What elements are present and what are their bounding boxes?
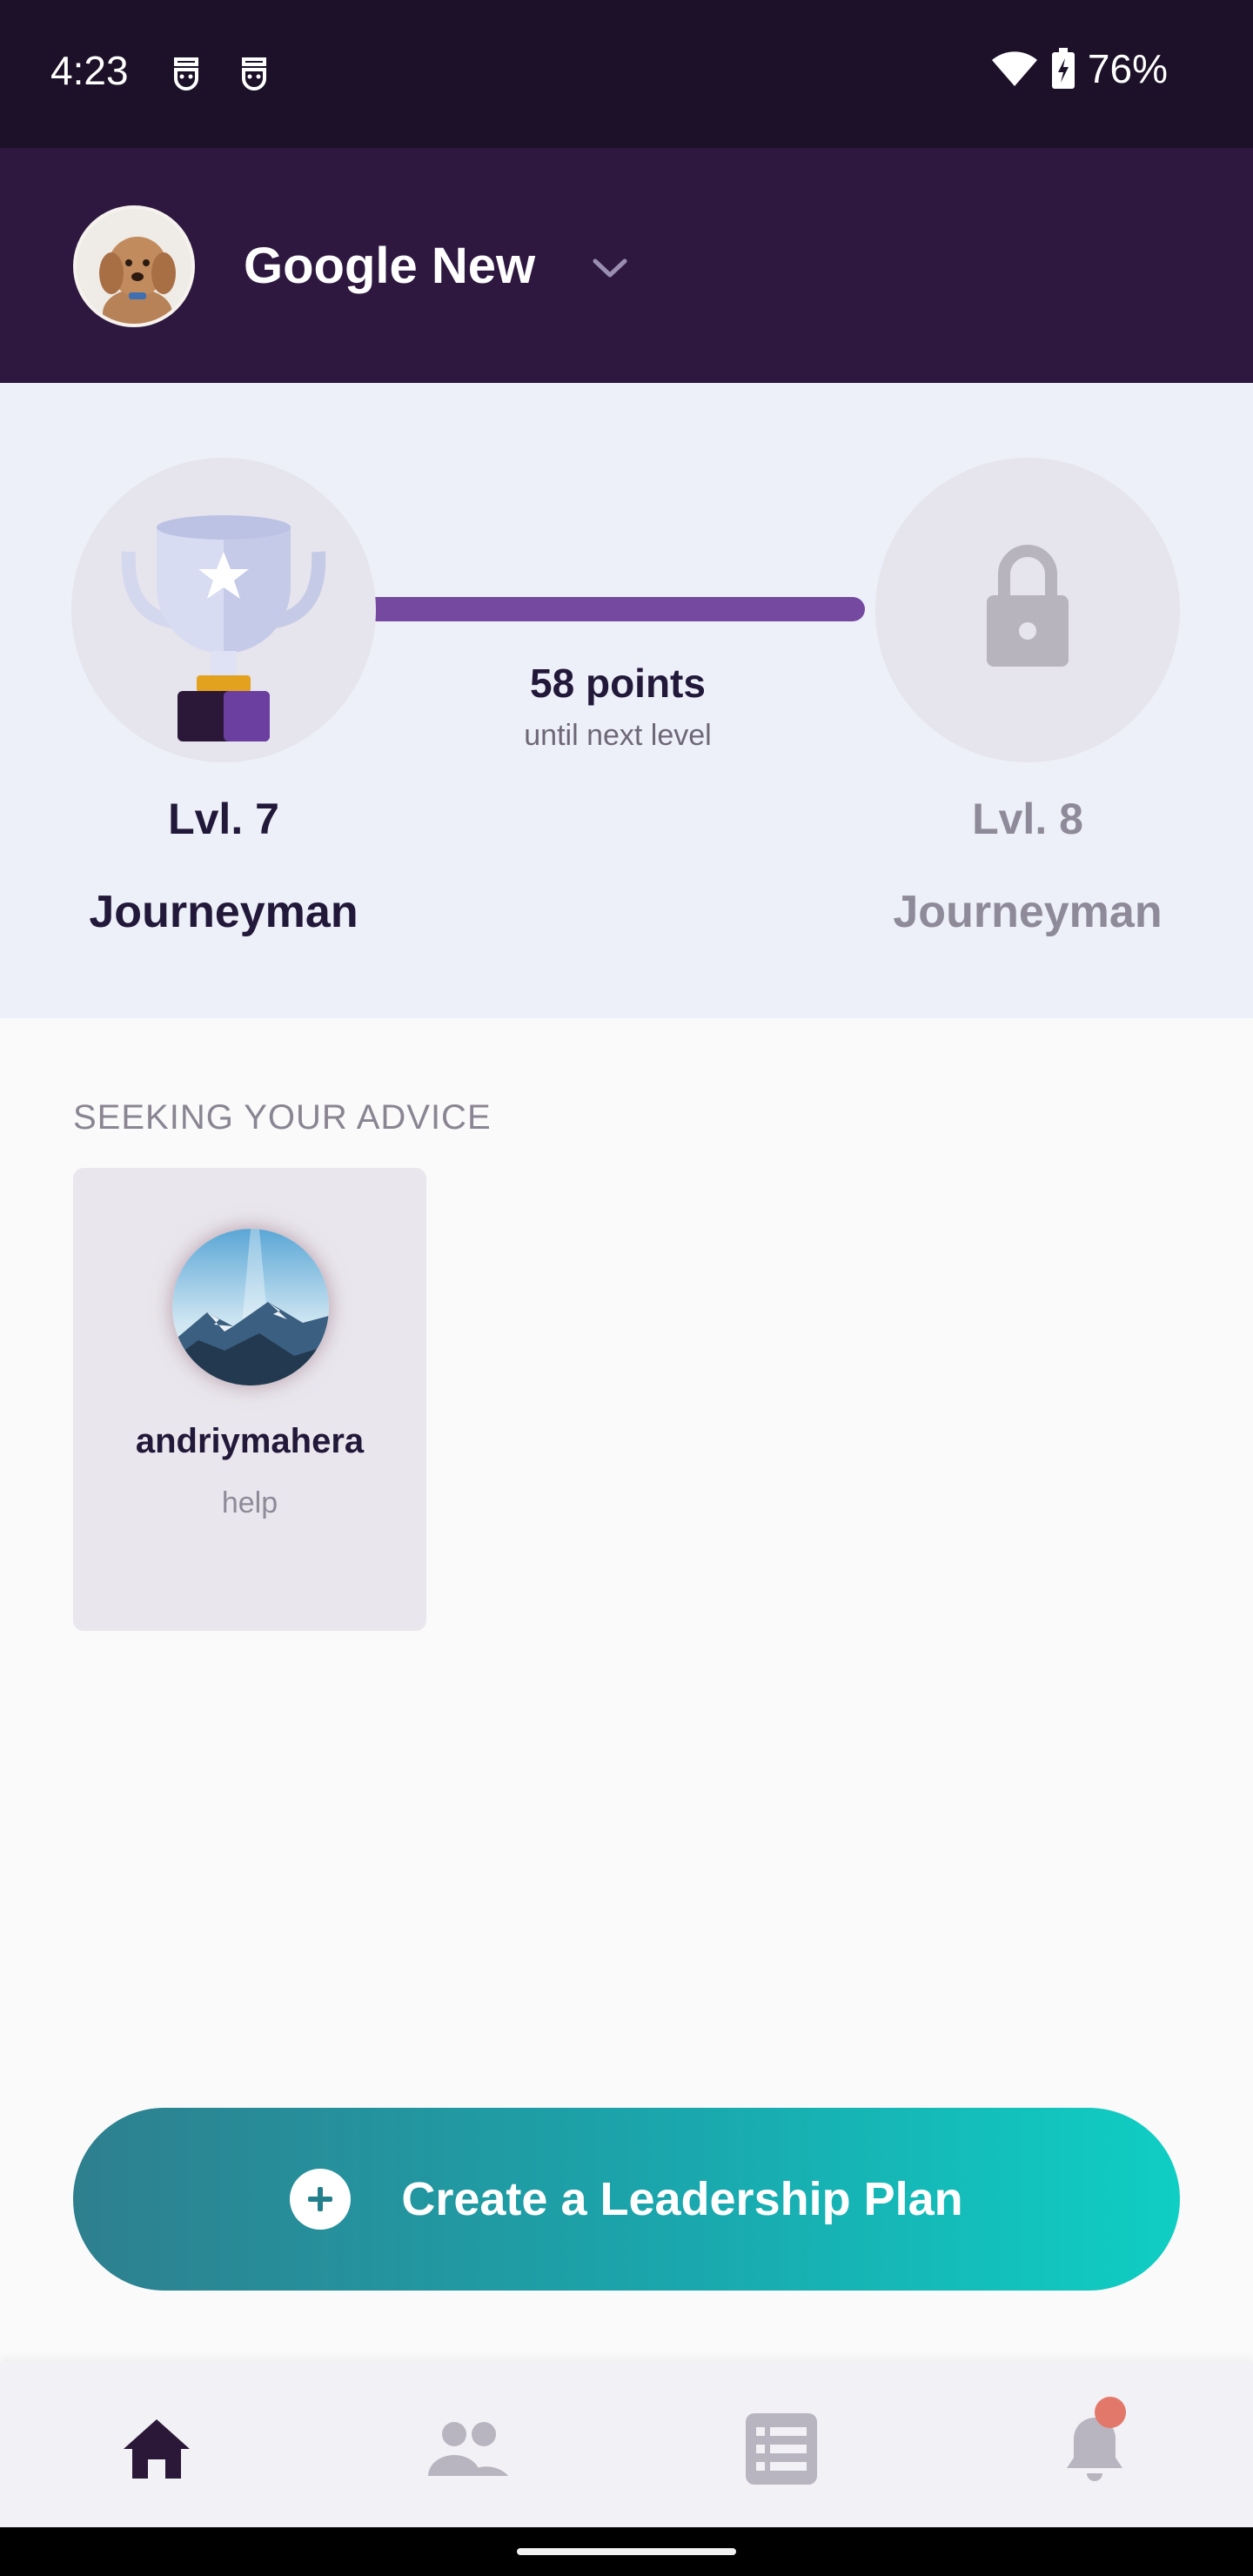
section-heading-advice: SEEKING YOUR ADVICE — [73, 1098, 492, 1137]
avatar[interactable] — [73, 205, 195, 327]
notification-icon — [242, 57, 266, 91]
battery-percentage: 76% — [1087, 46, 1168, 91]
create-leadership-plan-button[interactable]: Create a Leadership Plan — [73, 2108, 1180, 2291]
next-level-title: Lvl. 8 — [972, 795, 1083, 843]
next-level-rank: Journeyman — [893, 887, 1163, 937]
chevron-down-icon[interactable] — [588, 251, 632, 285]
mountain-avatar-image — [172, 1229, 329, 1385]
cta-label: Create a Leadership Plan — [401, 2173, 963, 2225]
status-time: 4:23 — [50, 48, 129, 93]
bottom-navigation — [0, 2362, 1253, 2527]
advice-card[interactable]: andriymahera help — [73, 1168, 426, 1631]
progress-bar — [374, 597, 865, 621]
avatar-image — [77, 209, 191, 324]
lock-icon — [987, 545, 1069, 667]
advice-topic: help — [221, 1486, 278, 1519]
system-gesture-bar — [0, 2527, 1253, 2576]
next-level-badge — [875, 458, 1180, 762]
nav-plans[interactable] — [738, 2405, 825, 2492]
battery-charging-icon — [1051, 48, 1075, 89]
home-icon — [124, 2419, 190, 2479]
advice-username: andriymahera — [135, 1422, 365, 1460]
nav-home[interactable] — [113, 2405, 200, 2492]
plus-circle-icon — [290, 2169, 352, 2230]
current-level-title: Lvl. 7 — [168, 795, 279, 843]
people-icon — [428, 2422, 508, 2476]
list-icon — [746, 2413, 817, 2485]
current-level-badge — [71, 458, 376, 762]
status-bar: 4:23 76% — [0, 0, 1253, 148]
advice-avatar — [172, 1229, 329, 1385]
current-level-rank: Journeyman — [89, 887, 358, 937]
status-right-cluster: 76% — [990, 45, 1168, 92]
points-caption: until next level — [524, 719, 712, 752]
home-gesture-handle[interactable] — [517, 2548, 736, 2555]
nav-notifications[interactable] — [1051, 2397, 1138, 2492]
app-header: Google New — [0, 148, 1253, 383]
level-progress-section: 58 points until next level Lvl. 7 Journe… — [0, 383, 1253, 1018]
trophy-icon — [121, 515, 326, 741]
org-name[interactable]: Google New — [244, 237, 535, 295]
plus-icon — [308, 2187, 333, 2211]
notification-icon — [174, 57, 198, 91]
notification-badge — [1095, 2397, 1126, 2428]
wifi-icon — [991, 51, 1037, 86]
points-to-next-level: 58 points — [530, 661, 706, 706]
nav-people[interactable] — [425, 2405, 512, 2492]
